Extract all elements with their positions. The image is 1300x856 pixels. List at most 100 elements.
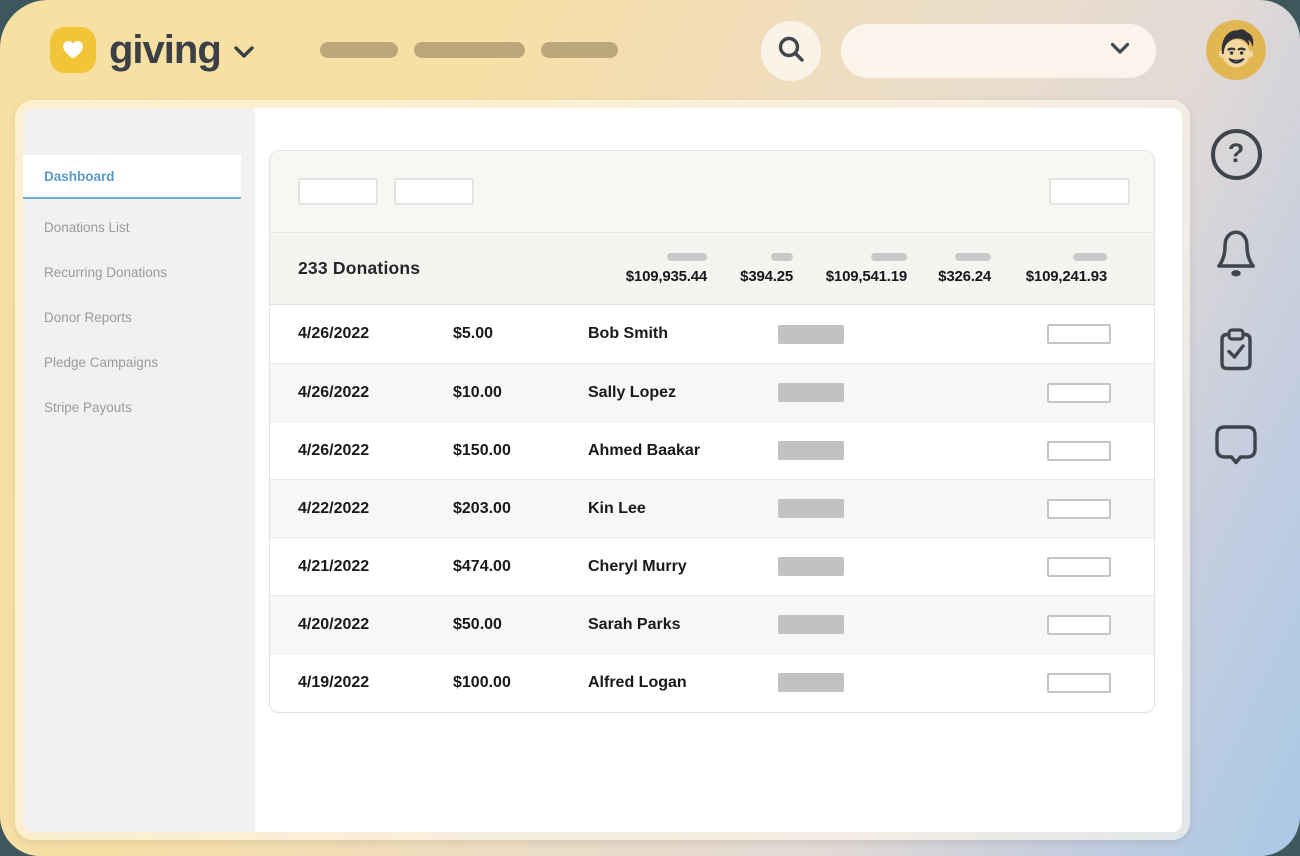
sidebar-item-donations-list[interactable]: Donations List bbox=[23, 205, 255, 250]
organization-select[interactable] bbox=[841, 24, 1156, 78]
table-row[interactable]: 4/19/2022 $100.00 Alfred Logan bbox=[270, 653, 1154, 711]
redacted-cell-placeholder bbox=[778, 673, 844, 692]
sidebar-item-stripe-payouts[interactable]: Stripe Payouts bbox=[23, 385, 255, 430]
stat-label-placeholder bbox=[955, 253, 991, 261]
donor-name: Sarah Parks bbox=[588, 616, 778, 634]
notifications-bell-icon[interactable] bbox=[1210, 225, 1262, 279]
stat-value: $394.25 bbox=[740, 268, 793, 285]
table-row[interactable]: 4/26/2022 $150.00 Ahmed Baakar bbox=[270, 421, 1154, 479]
donation-date: 4/22/2022 bbox=[298, 500, 453, 518]
brand-title: giving bbox=[109, 28, 221, 73]
redacted-cell-placeholder bbox=[778, 499, 844, 518]
chevron-down-icon bbox=[233, 45, 255, 64]
sidebar-item-recurring-donations[interactable]: Recurring Donations bbox=[23, 250, 255, 295]
summary-stat: $109,541.19 bbox=[825, 253, 907, 285]
donation-amount: $474.00 bbox=[453, 558, 588, 576]
row-action-placeholder[interactable] bbox=[1047, 615, 1111, 635]
stat-value: $109,241.93 bbox=[1026, 268, 1107, 285]
row-action-placeholder[interactable] bbox=[1047, 441, 1111, 461]
nav-link-placeholder[interactable] bbox=[414, 42, 525, 58]
filter-bar bbox=[270, 151, 1154, 233]
donor-name: Sally Lopez bbox=[588, 384, 778, 402]
sidebar-item-label: Stripe Payouts bbox=[44, 400, 132, 415]
donations-card: 233 Donations $109,935.44 $394.25 bbox=[269, 150, 1155, 713]
donor-name: Ahmed Baakar bbox=[588, 442, 778, 460]
stat-value: $109,541.19 bbox=[826, 268, 907, 285]
summary-stat: $109,241.93 bbox=[1023, 253, 1107, 285]
sidebar-item-label: Pledge Campaigns bbox=[44, 355, 158, 370]
redacted-cell-placeholder bbox=[778, 325, 844, 344]
donor-name: Alfred Logan bbox=[588, 674, 778, 692]
help-icon[interactable]: ? bbox=[1211, 129, 1262, 180]
sidebar-item-pledge-campaigns[interactable]: Pledge Campaigns bbox=[23, 340, 255, 385]
row-action-placeholder[interactable] bbox=[1047, 383, 1111, 403]
redacted-cell-placeholder bbox=[778, 557, 844, 576]
sidebar-item-dashboard[interactable]: Dashboard bbox=[23, 155, 241, 199]
topbar: giving bbox=[0, 0, 1300, 100]
summary-stat: $326.24 bbox=[939, 253, 991, 285]
donation-amount: $50.00 bbox=[453, 616, 588, 634]
table-row[interactable]: 4/20/2022 $50.00 Sarah Parks bbox=[270, 595, 1154, 653]
summary-stat: $109,935.44 bbox=[625, 253, 707, 285]
row-action-placeholder[interactable] bbox=[1047, 673, 1111, 693]
donation-date: 4/26/2022 bbox=[298, 442, 453, 460]
table-row[interactable]: 4/21/2022 $474.00 Cheryl Murry bbox=[270, 537, 1154, 595]
summary-stat: $394.25 bbox=[739, 253, 793, 285]
stat-value: $109,935.44 bbox=[626, 268, 707, 285]
chevron-down-icon bbox=[1110, 42, 1130, 60]
donor-name: Bob Smith bbox=[588, 325, 778, 343]
donation-amount: $5.00 bbox=[453, 325, 588, 343]
brand-menu[interactable]: giving bbox=[50, 27, 255, 73]
row-action-placeholder[interactable] bbox=[1047, 499, 1111, 519]
redacted-cell-placeholder bbox=[778, 383, 844, 402]
app-surface: giving bbox=[0, 0, 1300, 856]
redacted-cell-placeholder bbox=[778, 615, 844, 634]
donation-date: 4/19/2022 bbox=[298, 674, 453, 692]
donation-amount: $10.00 bbox=[453, 384, 588, 402]
donor-name: Cheryl Murry bbox=[588, 558, 778, 576]
stat-label-placeholder bbox=[771, 253, 793, 261]
main-window: Dashboard Donations List Recurring Donat… bbox=[15, 100, 1190, 840]
donation-date: 4/26/2022 bbox=[298, 384, 453, 402]
topbar-nav bbox=[320, 42, 618, 58]
filter-control[interactable] bbox=[394, 178, 474, 205]
row-action-placeholder[interactable] bbox=[1047, 324, 1111, 344]
search-icon bbox=[776, 34, 806, 69]
donation-date: 4/20/2022 bbox=[298, 616, 453, 634]
table-row[interactable]: 4/26/2022 $5.00 Bob Smith bbox=[270, 305, 1154, 363]
sidebar-item-label: Recurring Donations bbox=[44, 265, 167, 280]
nav-link-placeholder[interactable] bbox=[541, 42, 618, 58]
donations-count: 233 Donations bbox=[298, 258, 420, 279]
table-row[interactable]: 4/26/2022 $10.00 Sally Lopez bbox=[270, 363, 1154, 421]
table-row[interactable]: 4/22/2022 $203.00 Kin Lee bbox=[270, 479, 1154, 537]
donation-date: 4/21/2022 bbox=[298, 558, 453, 576]
sidebar: Dashboard Donations List Recurring Donat… bbox=[23, 108, 255, 832]
tasks-clipboard-icon[interactable] bbox=[1211, 324, 1261, 376]
donations-summary: 233 Donations $109,935.44 $394.25 bbox=[270, 233, 1154, 305]
dashboard-content: 233 Donations $109,935.44 $394.25 bbox=[255, 108, 1182, 832]
stat-label-placeholder bbox=[871, 253, 907, 261]
row-action-placeholder[interactable] bbox=[1047, 557, 1111, 577]
nav-link-placeholder[interactable] bbox=[320, 42, 398, 58]
sidebar-item-donor-reports[interactable]: Donor Reports bbox=[23, 295, 255, 340]
heart-icon bbox=[50, 27, 96, 73]
stat-value: $326.24 bbox=[938, 268, 991, 285]
sidebar-item-label: Dashboard bbox=[44, 169, 115, 184]
donation-date: 4/26/2022 bbox=[298, 325, 453, 343]
right-rail: ? bbox=[1206, 129, 1266, 469]
donation-amount: $100.00 bbox=[453, 674, 588, 692]
stat-label-placeholder bbox=[667, 253, 707, 261]
search-button[interactable] bbox=[761, 21, 821, 81]
sidebar-item-label: Donor Reports bbox=[44, 310, 132, 325]
donation-amount: $150.00 bbox=[453, 442, 588, 460]
stat-label-placeholder bbox=[1073, 253, 1107, 261]
donations-table: 4/26/2022 $5.00 Bob Smith 4/26/2022 $10.… bbox=[270, 305, 1154, 712]
filter-control[interactable] bbox=[1049, 178, 1130, 205]
help-glyph: ? bbox=[1228, 138, 1245, 169]
sidebar-item-label: Donations List bbox=[44, 220, 130, 235]
chat-bubble-icon[interactable] bbox=[1211, 421, 1261, 469]
summary-stats: $109,935.44 $394.25 $109,541.19 bbox=[625, 253, 1107, 285]
filter-control[interactable] bbox=[298, 178, 378, 205]
redacted-cell-placeholder bbox=[778, 441, 844, 460]
avatar[interactable] bbox=[1206, 20, 1266, 80]
